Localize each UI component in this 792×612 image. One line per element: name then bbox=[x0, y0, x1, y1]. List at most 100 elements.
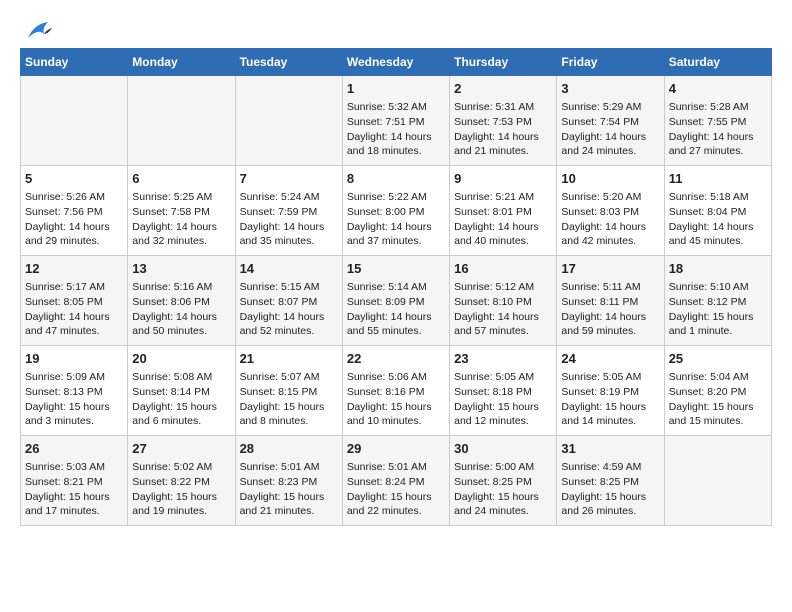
day-content: Sunset: 8:25 PM bbox=[454, 475, 552, 490]
day-number: 21 bbox=[240, 350, 338, 368]
day-content: Sunset: 8:23 PM bbox=[240, 475, 338, 490]
day-content: Daylight: 14 hours and 18 minutes. bbox=[347, 130, 445, 159]
day-content: Daylight: 14 hours and 47 minutes. bbox=[25, 310, 123, 339]
calendar-cell: 29 Sunrise: 5:01 AMSunset: 8:24 PMDayligh… bbox=[342, 436, 449, 526]
calendar-cell: 3Sunrise: 5:29 AMSunset: 7:54 PMDaylight… bbox=[557, 76, 664, 166]
day-number: 13 bbox=[132, 260, 230, 278]
day-number: 9 bbox=[454, 170, 552, 188]
weekday-header: Wednesday bbox=[342, 49, 449, 76]
day-content: Sunrise: 5:22 AM bbox=[347, 190, 445, 205]
day-content: Sunset: 8:14 PM bbox=[132, 385, 230, 400]
day-content: Daylight: 15 hours and 22 minutes. bbox=[347, 490, 445, 519]
day-content: Sunset: 8:06 PM bbox=[132, 295, 230, 310]
day-number: 15 bbox=[347, 260, 445, 278]
calendar-cell bbox=[128, 76, 235, 166]
logo bbox=[20, 20, 52, 38]
day-content: Sunset: 8:12 PM bbox=[669, 295, 767, 310]
day-content: Sunrise: 5:15 AM bbox=[240, 280, 338, 295]
day-content: Daylight: 15 hours and 14 minutes. bbox=[561, 400, 659, 429]
day-content: Sunset: 7:53 PM bbox=[454, 115, 552, 130]
day-content: Daylight: 15 hours and 1 minute. bbox=[669, 310, 767, 339]
calendar-cell: 4Sunrise: 5:28 AMSunset: 7:55 PMDaylight… bbox=[664, 76, 771, 166]
day-content: Sunrise: 5:11 AM bbox=[561, 280, 659, 295]
day-content: Sunrise: 5:14 AM bbox=[347, 280, 445, 295]
day-content: Sunset: 7:55 PM bbox=[669, 115, 767, 130]
weekday-header: Saturday bbox=[664, 49, 771, 76]
day-content: Sunset: 8:01 PM bbox=[454, 205, 552, 220]
day-content: Daylight: 15 hours and 21 minutes. bbox=[240, 490, 338, 519]
day-content: Sunrise: 5:24 AM bbox=[240, 190, 338, 205]
calendar-cell: 27Sunrise: 5:02 AMSunset: 8:22 PMDayligh… bbox=[128, 436, 235, 526]
calendar-week-row: 1Sunrise: 5:32 AMSunset: 7:51 PMDaylight… bbox=[21, 76, 772, 166]
day-content: Daylight: 14 hours and 50 minutes. bbox=[132, 310, 230, 339]
day-number: 25 bbox=[669, 350, 767, 368]
day-content: Sunrise: 5:28 AM bbox=[669, 100, 767, 115]
day-content: Sunset: 8:19 PM bbox=[561, 385, 659, 400]
day-content: Sunrise: 5:17 AM bbox=[25, 280, 123, 295]
day-number: 19 bbox=[25, 350, 123, 368]
day-content: Daylight: 15 hours and 12 minutes. bbox=[454, 400, 552, 429]
logo-bird-icon bbox=[24, 20, 52, 42]
day-number: 12 bbox=[25, 260, 123, 278]
weekday-header: Thursday bbox=[450, 49, 557, 76]
calendar-week-row: 26Sunrise: 5:03 AMSunset: 8:21 PMDayligh… bbox=[21, 436, 772, 526]
day-content: Sunrise: 4:59 AM bbox=[561, 460, 659, 475]
day-content: Sunrise: 5:05 AM bbox=[454, 370, 552, 385]
day-number: 1 bbox=[347, 80, 445, 98]
day-content: Sunset: 7:58 PM bbox=[132, 205, 230, 220]
day-content: Sunrise: 5:06 AM bbox=[347, 370, 445, 385]
day-content: Daylight: 15 hours and 8 minutes. bbox=[240, 400, 338, 429]
day-number: 20 bbox=[132, 350, 230, 368]
day-content: Sunset: 8:00 PM bbox=[347, 205, 445, 220]
day-content: Sunset: 8:25 PM bbox=[561, 475, 659, 490]
day-content: Sunset: 8:16 PM bbox=[347, 385, 445, 400]
calendar-cell: 5Sunrise: 5:26 AMSunset: 7:56 PMDaylight… bbox=[21, 166, 128, 256]
day-content: Daylight: 15 hours and 19 minutes. bbox=[132, 490, 230, 519]
day-content: Daylight: 14 hours and 35 minutes. bbox=[240, 220, 338, 249]
calendar-week-row: 19Sunrise: 5:09 AMSunset: 8:13 PMDayligh… bbox=[21, 346, 772, 436]
day-number: 7 bbox=[240, 170, 338, 188]
day-content: Daylight: 14 hours and 52 minutes. bbox=[240, 310, 338, 339]
day-content: Daylight: 14 hours and 29 minutes. bbox=[25, 220, 123, 249]
day-content: Sunset: 8:21 PM bbox=[25, 475, 123, 490]
weekday-header: Tuesday bbox=[235, 49, 342, 76]
calendar-cell: 2Sunrise: 5:31 AMSunset: 7:53 PMDaylight… bbox=[450, 76, 557, 166]
calendar-cell: 21Sunrise: 5:07 AMSunset: 8:15 PMDayligh… bbox=[235, 346, 342, 436]
day-number: 5 bbox=[25, 170, 123, 188]
day-content: Sunset: 8:04 PM bbox=[669, 205, 767, 220]
calendar-cell: 6Sunrise: 5:25 AMSunset: 7:58 PMDaylight… bbox=[128, 166, 235, 256]
calendar-cell: 14Sunrise: 5:15 AMSunset: 8:07 PMDayligh… bbox=[235, 256, 342, 346]
day-number: 29 bbox=[347, 440, 445, 458]
day-content: Daylight: 15 hours and 3 minutes. bbox=[25, 400, 123, 429]
calendar-header-row: SundayMondayTuesdayWednesdayThursdayFrid… bbox=[21, 49, 772, 76]
calendar-cell bbox=[235, 76, 342, 166]
day-content: Sunrise: 5:01 AM bbox=[240, 460, 338, 475]
calendar-cell: 26Sunrise: 5:03 AMSunset: 8:21 PMDayligh… bbox=[21, 436, 128, 526]
day-content: Daylight: 14 hours and 59 minutes. bbox=[561, 310, 659, 339]
calendar-week-row: 5Sunrise: 5:26 AMSunset: 7:56 PMDaylight… bbox=[21, 166, 772, 256]
calendar-cell: 9Sunrise: 5:21 AMSunset: 8:01 PMDaylight… bbox=[450, 166, 557, 256]
calendar-cell bbox=[21, 76, 128, 166]
day-content: Sunrise: 5:10 AM bbox=[669, 280, 767, 295]
day-content: Sunrise: 5:25 AM bbox=[132, 190, 230, 205]
calendar-cell: 22Sunrise: 5:06 AMSunset: 8:16 PMDayligh… bbox=[342, 346, 449, 436]
day-content: Daylight: 14 hours and 37 minutes. bbox=[347, 220, 445, 249]
day-content: Daylight: 14 hours and 57 minutes. bbox=[454, 310, 552, 339]
day-content: Sunset: 8:15 PM bbox=[240, 385, 338, 400]
day-content: Sunrise: 5:01 AM bbox=[347, 460, 445, 475]
day-content: Daylight: 15 hours and 24 minutes. bbox=[454, 490, 552, 519]
day-content: Sunset: 8:24 PM bbox=[347, 475, 445, 490]
day-content: Sunrise: 5:04 AM bbox=[669, 370, 767, 385]
day-content: Daylight: 15 hours and 6 minutes. bbox=[132, 400, 230, 429]
day-number: 28 bbox=[240, 440, 338, 458]
day-content: Sunrise: 5:32 AM bbox=[347, 100, 445, 115]
calendar-cell: 17Sunrise: 5:11 AMSunset: 8:11 PMDayligh… bbox=[557, 256, 664, 346]
calendar-cell: 13Sunrise: 5:16 AMSunset: 8:06 PMDayligh… bbox=[128, 256, 235, 346]
day-number: 11 bbox=[669, 170, 767, 188]
day-content: Daylight: 14 hours and 21 minutes. bbox=[454, 130, 552, 159]
day-content: Daylight: 14 hours and 27 minutes. bbox=[669, 130, 767, 159]
calendar-cell: 30Sunrise: 5:00 AMSunset: 8:25 PMDayligh… bbox=[450, 436, 557, 526]
day-content: Sunset: 8:07 PM bbox=[240, 295, 338, 310]
day-content: Sunset: 8:20 PM bbox=[669, 385, 767, 400]
day-content: Sunrise: 5:09 AM bbox=[25, 370, 123, 385]
